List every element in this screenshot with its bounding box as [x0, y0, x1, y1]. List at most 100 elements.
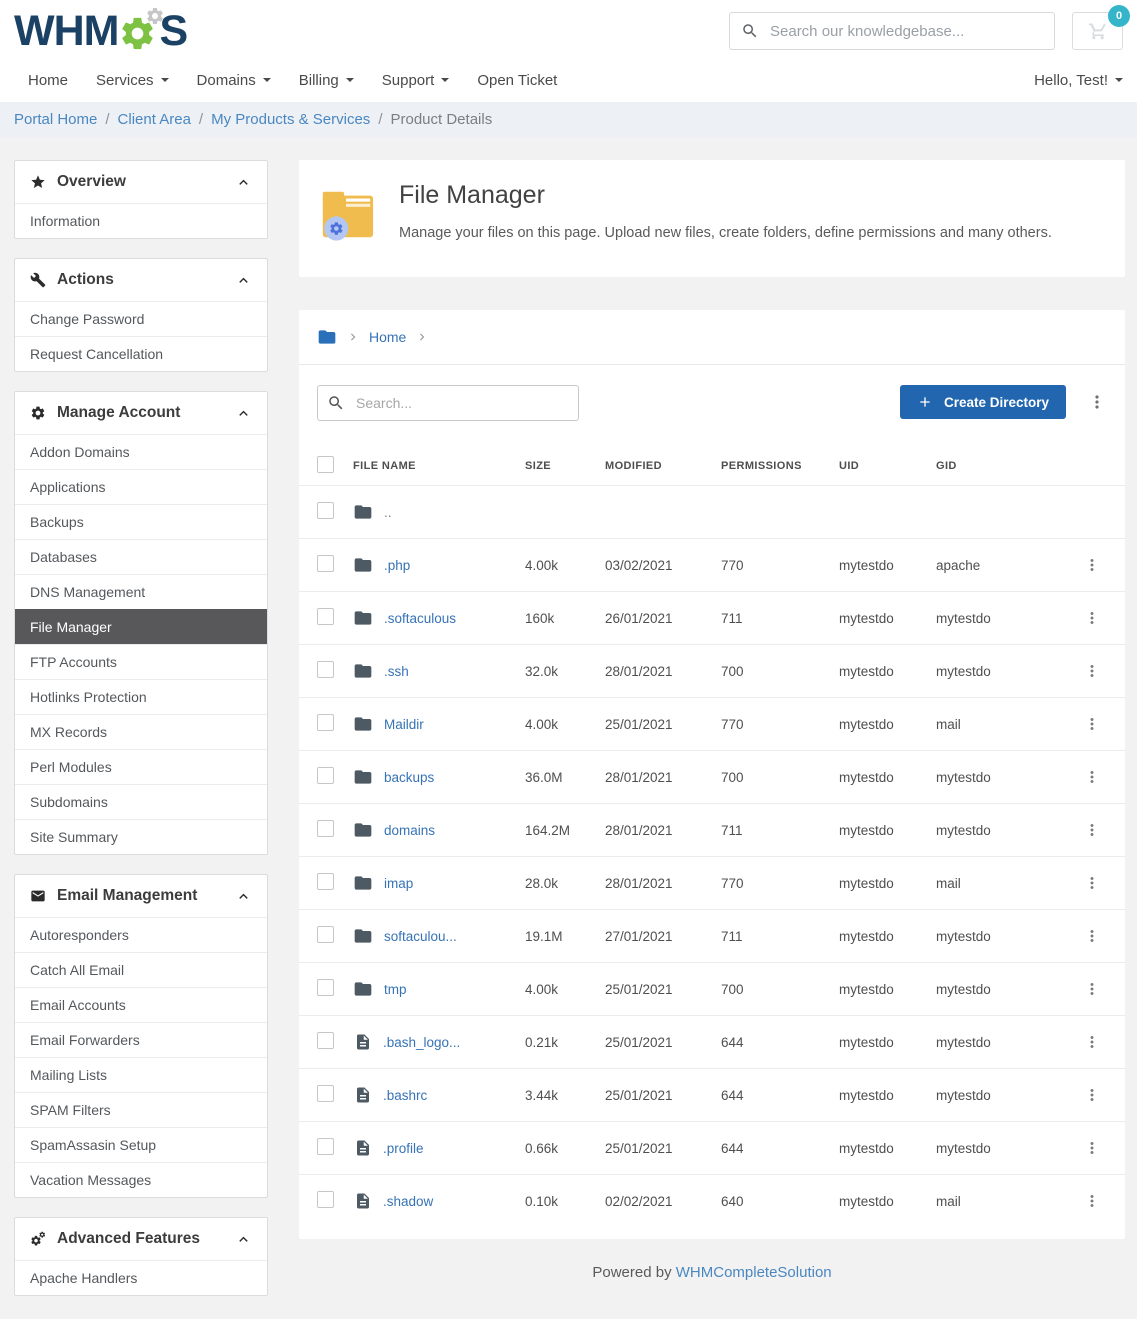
- sidebar-item-perl-modules[interactable]: Perl Modules: [15, 749, 267, 784]
- file-name-link[interactable]: tmp: [384, 982, 407, 997]
- file-name-link[interactable]: .php: [384, 558, 410, 573]
- row-checkbox[interactable]: [317, 820, 334, 837]
- sidebar-item-spamassasin-setup[interactable]: SpamAssasin Setup: [15, 1127, 267, 1162]
- row-menu-kebab-icon[interactable]: [1083, 662, 1101, 680]
- row-checkbox[interactable]: [317, 608, 334, 625]
- file-name-link[interactable]: .bashrc: [383, 1088, 427, 1103]
- sidebar-item-mailing-lists[interactable]: Mailing Lists: [15, 1057, 267, 1092]
- row-checkbox[interactable]: [317, 1138, 334, 1155]
- row-menu-kebab-icon[interactable]: [1083, 821, 1101, 839]
- breadcrumb-item-client-area[interactable]: Client Area: [118, 111, 191, 128]
- sidebar-item-file-manager[interactable]: File Manager: [15, 609, 267, 644]
- breadcrumb-item-my-products-services[interactable]: My Products & Services: [211, 111, 370, 128]
- row-menu-kebab-icon[interactable]: [1083, 715, 1101, 733]
- sidebar-panel-header[interactable]: Overview: [15, 161, 267, 203]
- row-checkbox[interactable]: [317, 1191, 334, 1208]
- sidebar-panel-header[interactable]: Email Management: [15, 875, 267, 917]
- row-checkbox[interactable]: [317, 873, 334, 890]
- row-checkbox[interactable]: [317, 979, 334, 996]
- sidebar-item-email-forwarders[interactable]: Email Forwarders: [15, 1022, 267, 1057]
- table-row: .php 4.00k 03/02/2021 770 mytestdo apach…: [299, 538, 1125, 591]
- sidebar-item-site-summary[interactable]: Site Summary: [15, 819, 267, 854]
- sidebar-item-hotlinks-protection[interactable]: Hotlinks Protection: [15, 679, 267, 714]
- row-menu-kebab-icon[interactable]: [1083, 980, 1101, 998]
- sidebar-item-spam-filters[interactable]: SPAM Filters: [15, 1092, 267, 1127]
- sidebar-item-information[interactable]: Information: [15, 203, 267, 238]
- row-menu-kebab-icon[interactable]: [1083, 1192, 1101, 1210]
- row-checkbox[interactable]: [317, 926, 334, 943]
- account-menu[interactable]: Hello, Test!: [1034, 72, 1123, 89]
- file-name-link[interactable]: .bash_logo...: [383, 1035, 460, 1050]
- file-size: 4.00k: [525, 717, 605, 732]
- nav-item-open-ticket[interactable]: Open Ticket: [477, 72, 557, 89]
- whmcompletesolution-link[interactable]: WHMCompleteSolution: [676, 1264, 832, 1281]
- sidebar-item-backups[interactable]: Backups: [15, 504, 267, 539]
- row-menu-kebab-icon[interactable]: [1083, 768, 1101, 786]
- sidebar-panel-header[interactable]: Manage Account: [15, 392, 267, 434]
- file-modified: 28/01/2021: [605, 876, 721, 891]
- sidebar-item-databases[interactable]: Databases: [15, 539, 267, 574]
- row-menu-kebab-icon[interactable]: [1083, 1033, 1101, 1051]
- sidebar-item-subdomains[interactable]: Subdomains: [15, 784, 267, 819]
- file-name-link[interactable]: .ssh: [384, 664, 409, 679]
- breadcrumb-item-portal-home[interactable]: Portal Home: [14, 111, 97, 128]
- parent-directory-link[interactable]: ..: [384, 505, 392, 520]
- sidebar-item-catch-all-email[interactable]: Catch All Email: [15, 952, 267, 987]
- nav-item-domains[interactable]: Domains: [197, 72, 271, 89]
- file-search-input[interactable]: [317, 385, 579, 421]
- sidebar-item-ftp-accounts[interactable]: FTP Accounts: [15, 644, 267, 679]
- sidebar-item-autoresponders[interactable]: Autoresponders: [15, 917, 267, 952]
- sidebar-item-vacation-messages[interactable]: Vacation Messages: [15, 1162, 267, 1197]
- file-permissions: 770: [721, 717, 839, 732]
- row-menu-kebab-icon[interactable]: [1083, 556, 1101, 574]
- sidebar-panel-header[interactable]: Advanced Features: [15, 1218, 267, 1260]
- file-gid: mytestdo: [936, 929, 1083, 944]
- file-name-link[interactable]: backups: [384, 770, 434, 785]
- row-menu-kebab-icon[interactable]: [1083, 874, 1101, 892]
- row-menu-kebab-icon[interactable]: [1083, 609, 1101, 627]
- whmcs-logo[interactable]: WHM S: [14, 6, 187, 56]
- file-uid: mytestdo: [839, 876, 936, 891]
- powered-by-text: Powered by: [592, 1264, 671, 1281]
- row-checkbox[interactable]: [317, 1085, 334, 1102]
- knowledgebase-search-input[interactable]: [729, 12, 1055, 50]
- file-name-link[interactable]: Maildir: [384, 717, 424, 732]
- row-menu-kebab-icon[interactable]: [1083, 1086, 1101, 1104]
- file-uid: mytestdo: [839, 664, 936, 679]
- root-folder-icon[interactable]: [317, 327, 337, 347]
- create-directory-button[interactable]: Create Directory: [900, 385, 1066, 419]
- row-checkbox[interactable]: [317, 714, 334, 731]
- sidebar-item-addon-domains[interactable]: Addon Domains: [15, 434, 267, 469]
- file-name-link[interactable]: softaculou...: [384, 929, 457, 944]
- sidebar-item-request-cancellation[interactable]: Request Cancellation: [15, 336, 267, 371]
- row-checkbox[interactable]: [317, 1032, 334, 1049]
- row-checkbox[interactable]: [317, 767, 334, 784]
- sidebar-item-change-password[interactable]: Change Password: [15, 301, 267, 336]
- sidebar-item-apache-handlers[interactable]: Apache Handlers: [15, 1260, 267, 1295]
- cart-button[interactable]: 0: [1072, 12, 1123, 50]
- file-name-link[interactable]: .profile: [383, 1141, 424, 1156]
- nav-item-billing[interactable]: Billing: [299, 72, 354, 89]
- row-checkbox[interactable]: [317, 661, 334, 678]
- file-name-link[interactable]: imap: [384, 876, 413, 891]
- sidebar-panel-header[interactable]: Actions: [15, 259, 267, 301]
- sidebar-item-email-accounts[interactable]: Email Accounts: [15, 987, 267, 1022]
- row-menu-kebab-icon[interactable]: [1083, 1139, 1101, 1157]
- table-row: ..: [299, 485, 1125, 538]
- table-options-kebab-icon[interactable]: [1087, 392, 1107, 412]
- row-menu-kebab-icon[interactable]: [1083, 927, 1101, 945]
- file-name-link[interactable]: .shadow: [383, 1194, 433, 1209]
- nav-item-support[interactable]: Support: [382, 72, 450, 89]
- sidebar-item-mx-records[interactable]: MX Records: [15, 714, 267, 749]
- select-all-checkbox[interactable]: [317, 456, 334, 473]
- nav-item-services[interactable]: Services: [96, 72, 169, 89]
- nav-item-home[interactable]: Home: [28, 72, 68, 89]
- file-icon: [354, 1086, 372, 1104]
- file-name-link[interactable]: domains: [384, 823, 435, 838]
- row-checkbox[interactable]: [317, 502, 334, 519]
- sidebar-item-applications[interactable]: Applications: [15, 469, 267, 504]
- row-checkbox[interactable]: [317, 555, 334, 572]
- file-name-link[interactable]: .softaculous: [384, 611, 456, 626]
- path-home-link[interactable]: Home: [369, 329, 406, 345]
- sidebar-item-dns-management[interactable]: DNS Management: [15, 574, 267, 609]
